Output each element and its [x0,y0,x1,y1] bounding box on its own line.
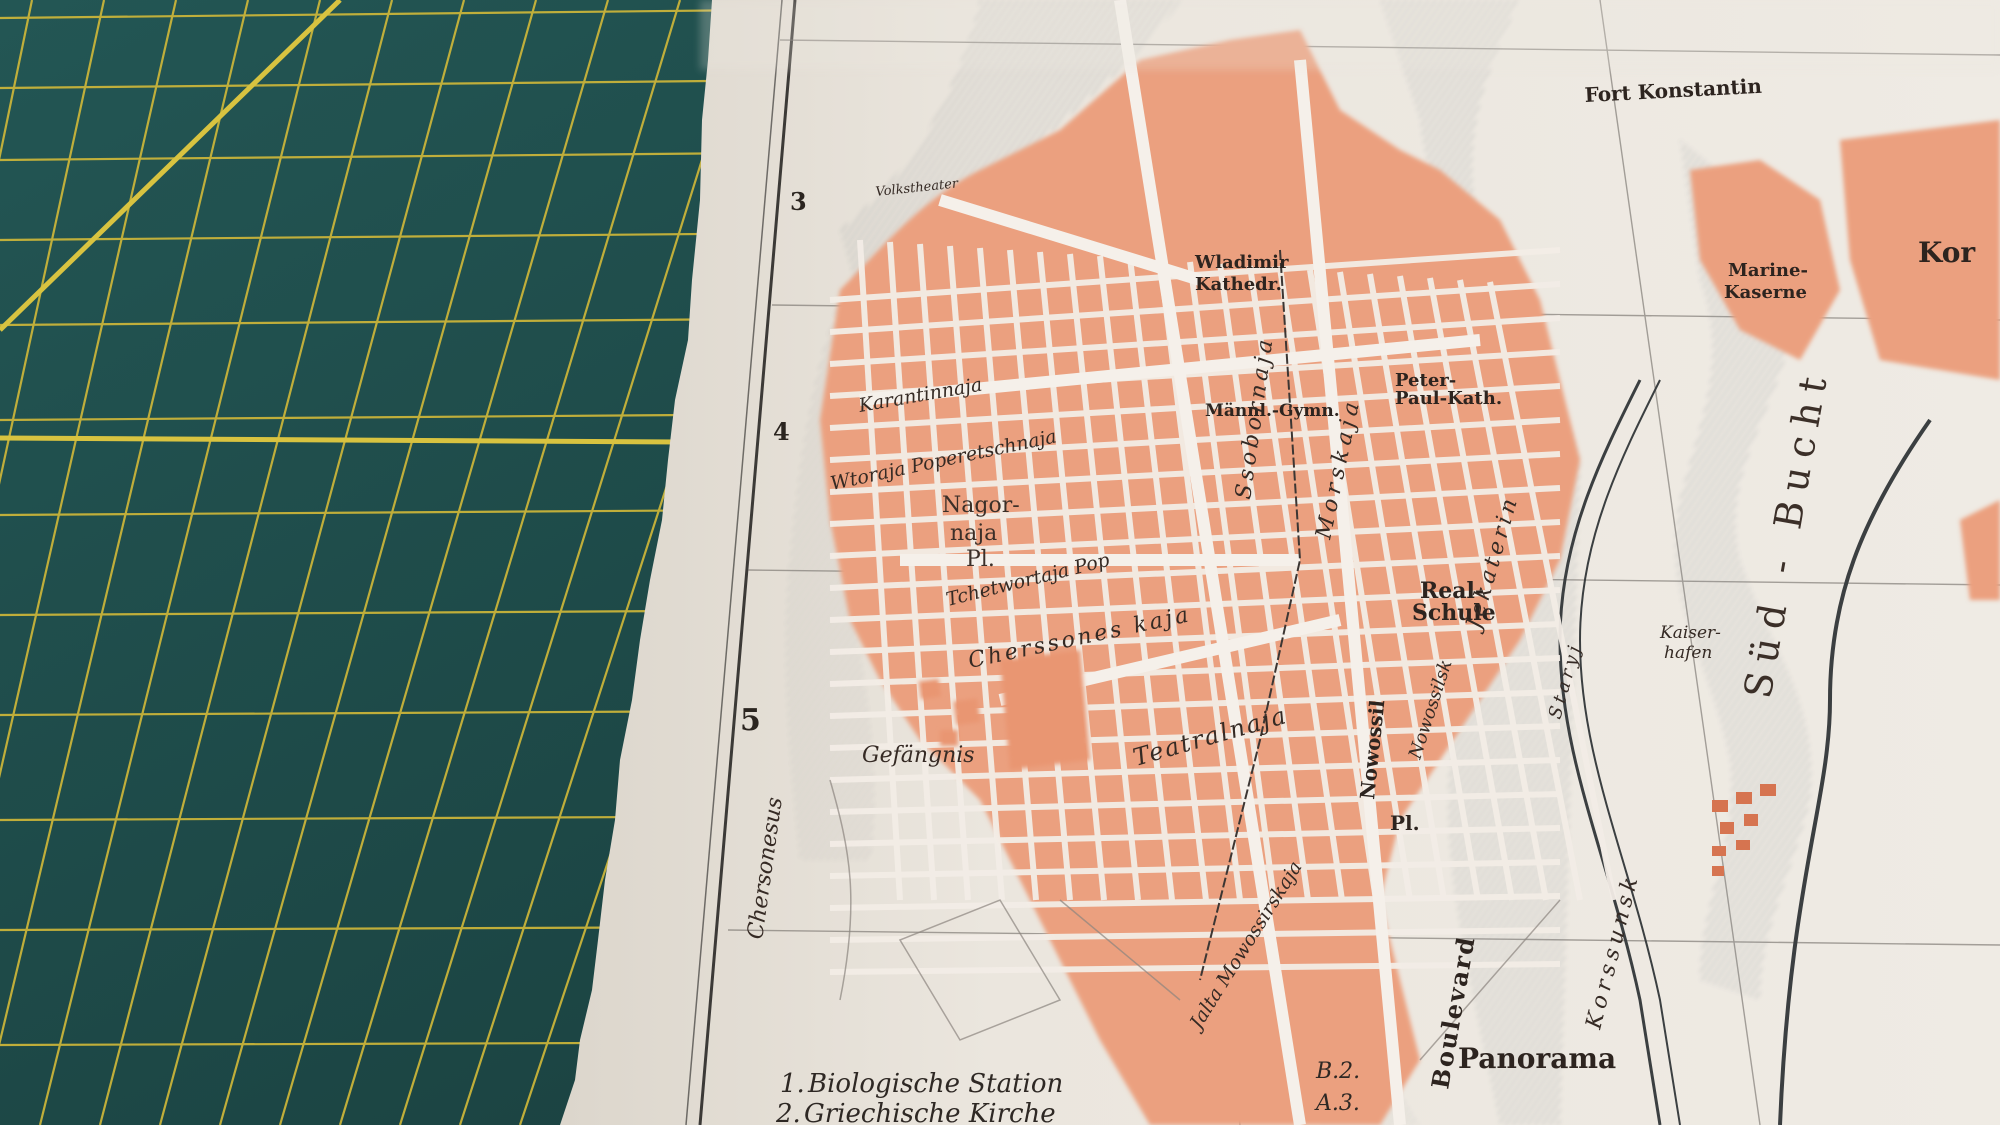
map-photo-scene: 3 4 5 Chersonesus Wladimir Kathedr. Pete… [0,0,2000,1125]
label-nagornaja-1: Nagor- [942,493,1020,518]
grid-number-5: 5 [740,703,761,738]
label-nagornaja-3: Pl. [966,547,995,572]
legend-item-1-ref: B.2. [1315,1059,1360,1084]
label-kathedr: Kathedr. [1195,274,1282,295]
label-peter-paul-2: Paul-Kath. [1395,388,1502,409]
legend-item-2-num: 2. [775,1099,801,1125]
grid-number-3: 3 [790,187,807,216]
legend-item-1-name: Biologische Station [807,1069,1063,1099]
label-kaiser-2: hafen [1664,643,1712,663]
label-marine-kaserne-1: Marine- [1728,260,1808,281]
legend-item-2-ref: A.3. [1314,1091,1360,1116]
label-nowossil-2: Pl. [1390,811,1420,835]
label-panorama: Panorama [1458,1042,1616,1075]
legend-item-1-num: 1. [780,1069,805,1099]
label-kom: Kor [1918,236,1976,269]
label-kaiser-1: Kaiser- [1659,623,1721,643]
grid-number-4: 4 [773,417,790,446]
label-maenn-gymn: Männl.-Gymn. [1205,401,1340,421]
label-nagornaja-2: naja [950,521,997,546]
label-vladimir: Wladimir [1194,252,1289,273]
map-paper: 3 4 5 Chersonesus Wladimir Kathedr. Pete… [560,0,2000,1125]
label-marine-kaserne-2: Kaserne [1724,282,1807,303]
legend-item-2-name: Griechische Kirche [804,1099,1056,1125]
label-gefaengnis: Gefängnis [862,743,975,768]
